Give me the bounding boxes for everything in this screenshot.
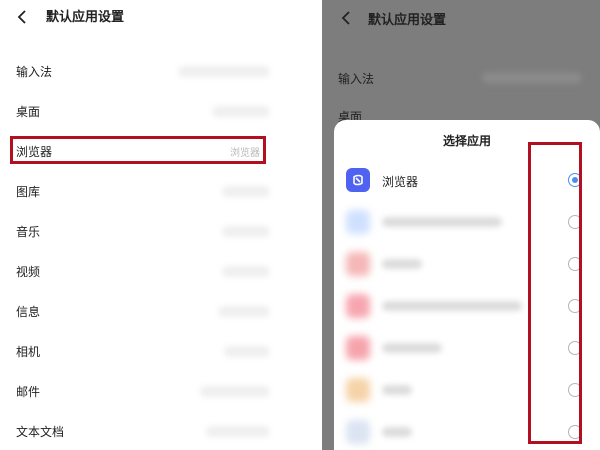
blurred-app-icon (346, 420, 370, 444)
blurred-value (222, 266, 270, 277)
setting-label: 信息 (16, 305, 41, 319)
radio-unselected[interactable] (568, 215, 582, 229)
blurred-value (218, 306, 270, 317)
setting-row-messages[interactable]: 信息 (0, 292, 300, 332)
blurred-app-icon (346, 294, 370, 318)
setting-label: 相机 (16, 345, 41, 359)
blurred-app-name (382, 217, 502, 227)
blurred-app-icon (346, 336, 370, 360)
blurred-value (212, 106, 270, 117)
blurred-value (222, 226, 270, 237)
blurred-app-name (382, 301, 522, 311)
blurred-value (224, 346, 270, 357)
browser-icon (346, 168, 370, 192)
blurred-app-name (382, 427, 412, 437)
page-title: 默认应用设置 (46, 10, 125, 25)
choose-app-sheet: 选择应用 浏览器 (334, 120, 600, 450)
page-title: 默认应用设置 (368, 13, 447, 28)
blurred-app-icon (346, 252, 370, 276)
blurred-app-icon (346, 210, 370, 234)
setting-row-desktop[interactable]: 桌面 (0, 92, 300, 132)
back-arrow-icon[interactable] (14, 8, 32, 26)
default-apps-settings-screen: 默认应用设置 输入法 桌面 浏览器 浏览器 图库 音乐 视频 信息 相机 邮件 … (0, 0, 300, 450)
radio-unselected[interactable] (568, 257, 582, 271)
setting-label: 邮件 (16, 385, 41, 399)
radio-unselected[interactable] (568, 299, 582, 313)
blurred-app-name (382, 259, 422, 269)
setting-row-input-method[interactable]: 输入法 (0, 52, 300, 92)
app-option[interactable] (334, 370, 600, 412)
blurred-value (222, 186, 270, 197)
setting-row-camera[interactable]: 相机 (0, 332, 300, 372)
blurred-value (482, 72, 582, 84)
choose-app-screen: 默认应用设置 输入法 桌面 选择应用 浏览器 (322, 0, 600, 450)
blurred-app-name (382, 343, 442, 353)
setting-row-video[interactable]: 视频 (0, 252, 300, 292)
radio-selected[interactable] (568, 173, 582, 187)
blurred-app-icon (346, 378, 370, 402)
top-bar: 默认应用设置 (0, 0, 300, 34)
setting-row-music[interactable]: 音乐 (0, 212, 300, 252)
setting-row-gallery[interactable]: 图库 (0, 172, 300, 212)
setting-row-text-document[interactable]: 文本文档 (0, 412, 300, 450)
setting-label: 音乐 (16, 225, 41, 239)
blurred-value (178, 66, 270, 77)
blurred-value (206, 426, 270, 437)
sheet-title: 选择应用 (442, 134, 491, 148)
setting-row-browser[interactable]: 浏览器 浏览器 (0, 132, 300, 172)
setting-label: 视频 (16, 265, 41, 279)
app-option[interactable] (334, 328, 600, 370)
app-option[interactable] (334, 202, 600, 244)
app-option[interactable] (334, 412, 600, 450)
blurred-value (200, 386, 270, 397)
setting-row-mail[interactable]: 邮件 (0, 372, 300, 412)
setting-label: 桌面 (16, 105, 41, 119)
radio-unselected[interactable] (568, 341, 582, 355)
setting-label: 输入法 (338, 72, 375, 86)
app-option[interactable] (334, 244, 600, 286)
setting-label: 文本文档 (16, 425, 65, 439)
radio-unselected[interactable] (568, 425, 582, 439)
app-name: 浏览器 (382, 175, 419, 189)
setting-label: 浏览器 (16, 145, 53, 159)
setting-label: 输入法 (16, 65, 53, 79)
setting-value: 浏览器 (230, 148, 260, 159)
radio-unselected[interactable] (568, 383, 582, 397)
blurred-app-name (382, 385, 412, 395)
back-arrow-icon[interactable] (338, 9, 356, 27)
app-option[interactable] (334, 286, 600, 328)
app-option-browser[interactable]: 浏览器 (334, 160, 600, 202)
setting-label: 图库 (16, 185, 41, 199)
